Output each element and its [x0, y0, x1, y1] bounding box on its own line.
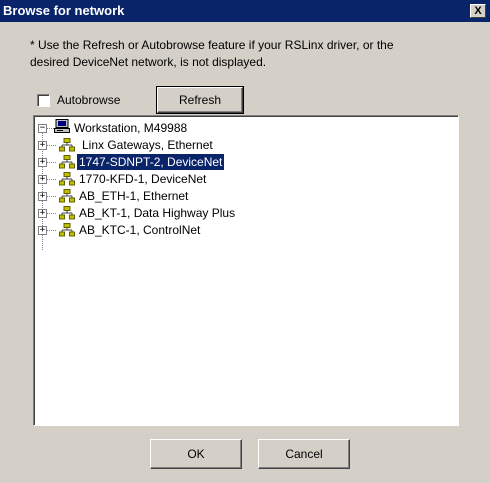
- tree-connector: [46, 145, 56, 146]
- ok-button[interactable]: OK: [150, 439, 242, 469]
- collapse-icon[interactable]: −: [38, 124, 47, 133]
- tree-connector: [46, 179, 56, 180]
- expand-icon[interactable]: +: [38, 141, 47, 150]
- cancel-button[interactable]: Cancel: [258, 439, 350, 469]
- autobrowse-option[interactable]: Autobrowse: [37, 92, 120, 108]
- info-text: * Use the Refresh or Autobrowse feature …: [30, 37, 470, 71]
- tree-node-label[interactable]: 1747-SDNPT-2, DeviceNet: [75, 153, 226, 171]
- network-icon: [59, 189, 75, 203]
- network-icon: [59, 155, 75, 169]
- network-icon: [59, 138, 75, 152]
- tree-connector: [46, 162, 56, 163]
- expand-icon[interactable]: +: [38, 175, 47, 184]
- tree-node-label[interactable]: AB_KT-1, Data Highway Plus: [77, 205, 237, 221]
- tree-connector: [46, 230, 56, 231]
- dialog-title: Browse for network: [3, 3, 125, 18]
- info-line-2: desired DeviceNet network, is not displa…: [30, 55, 267, 69]
- expand-icon[interactable]: +: [38, 209, 47, 218]
- close-icon: X: [474, 5, 482, 17]
- title-bar[interactable]: Browse for network X: [0, 0, 490, 22]
- expand-icon[interactable]: +: [38, 226, 47, 235]
- autobrowse-checkbox[interactable]: [37, 93, 50, 107]
- network-tree[interactable]: − Workstation, M49988 + Linx Gateways, Et…: [33, 115, 459, 426]
- info-line-1: * Use the Refresh or Autobrowse feature …: [30, 38, 394, 52]
- cancel-label: Cancel: [285, 447, 323, 461]
- tree-node-label[interactable]: 1770-KFD-1, DeviceNet: [77, 171, 208, 187]
- network-icon: [59, 206, 75, 220]
- tree-node-label[interactable]: AB_ETH-1, Ethernet: [77, 188, 190, 204]
- expand-icon[interactable]: +: [38, 158, 47, 167]
- tree-node-label[interactable]: AB_KTC-1, ControlNet: [77, 222, 202, 238]
- browse-network-dialog: Browse for network X * Use the Refresh o…: [0, 0, 490, 483]
- network-icon: [59, 223, 75, 237]
- tree-root-label[interactable]: Workstation, M49988: [72, 120, 189, 136]
- tree-connector: [46, 128, 54, 129]
- refresh-button[interactable]: Refresh: [156, 86, 244, 114]
- network-icon: [59, 172, 75, 186]
- computer-icon: [54, 119, 70, 133]
- expand-icon[interactable]: +: [38, 192, 47, 201]
- autobrowse-label: Autobrowse: [57, 93, 121, 107]
- tree-connector: [46, 196, 56, 197]
- tree-connector: [46, 213, 56, 214]
- close-button[interactable]: X: [470, 4, 486, 18]
- tree-node-label[interactable]: Linx Gateways, Ethernet: [80, 137, 215, 153]
- ok-label: OK: [187, 447, 205, 461]
